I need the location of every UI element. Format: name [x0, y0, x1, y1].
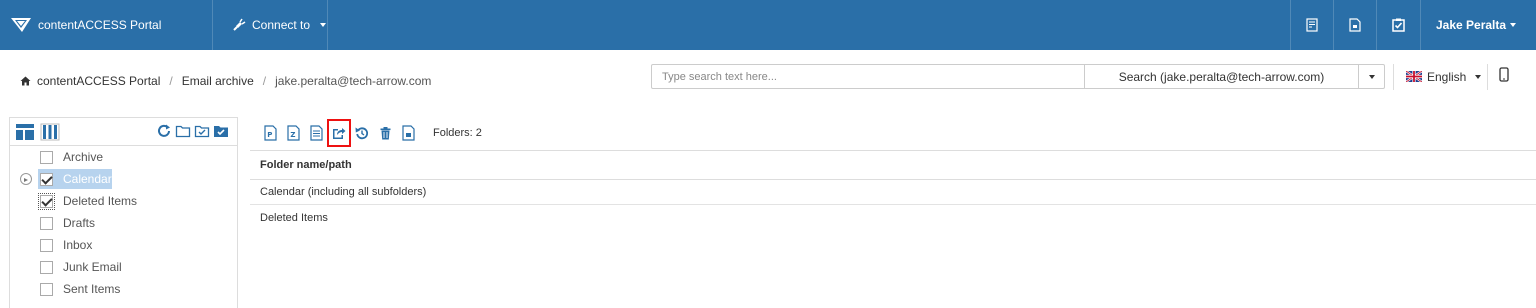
- folder-toolbar: P Z Folders: 2: [263, 119, 482, 147]
- breadcrumb-separator: /: [262, 74, 267, 88]
- svg-text:Z: Z: [290, 131, 295, 139]
- caret-down-icon: [320, 23, 327, 27]
- tree-item-checkbox[interactable]: [38, 192, 55, 210]
- language-label: English: [1427, 69, 1467, 84]
- table-row[interactable]: Calendar (including all subfolders): [250, 180, 1536, 205]
- breadcrumb-item-portal[interactable]: contentACCESS Portal: [37, 74, 160, 88]
- tree-item-checkbox[interactable]: [40, 172, 53, 186]
- tree-item-checkbox[interactable]: [40, 150, 53, 164]
- tree-view-icon[interactable]: [15, 123, 35, 141]
- table-row[interactable]: Deleted Items: [250, 205, 1536, 230]
- restore-icon[interactable]: [355, 124, 369, 142]
- search-button[interactable]: Search (jake.peralta@tech-arrow.com): [1084, 64, 1359, 89]
- file-icon[interactable]: [401, 124, 415, 142]
- tree-item: Calendar: [10, 168, 237, 190]
- tree-item: Junk Email: [10, 256, 237, 278]
- svg-text:P: P: [267, 131, 272, 139]
- divider: [1393, 64, 1394, 90]
- tree-actions: [156, 123, 229, 139]
- folder-tree-panel: Archive Calendar Deleted Items Drafts In…: [9, 117, 238, 308]
- home-icon[interactable]: [20, 76, 31, 86]
- user-name: Jake Peralta: [1436, 18, 1507, 32]
- tasks-icon[interactable]: [1377, 0, 1419, 50]
- tree-item-label[interactable]: Inbox: [61, 236, 94, 254]
- tree-item-checkbox[interactable]: [40, 216, 53, 230]
- tree-item-label[interactable]: Deleted Items: [61, 192, 139, 210]
- breadcrumb: contentACCESS Portal / Email archive / j…: [20, 50, 431, 112]
- folder-tree-header: [10, 118, 237, 146]
- tree-item: Drafts: [10, 212, 237, 234]
- nav-divider: [212, 0, 213, 50]
- tree-item-checkbox[interactable]: [40, 238, 53, 252]
- top-navbar: contentACCESS Portal Connect to Jake Per…: [0, 0, 1536, 50]
- tree-item: Inbox: [10, 234, 237, 256]
- document-icon[interactable]: [1334, 0, 1376, 50]
- search-scope-dropdown[interactable]: [1358, 64, 1385, 89]
- breadcrumb-item-email-archive[interactable]: Email archive: [182, 74, 254, 88]
- breadcrumb-item-mailbox: jake.peralta@tech-arrow.com: [275, 74, 432, 88]
- tree-item-label[interactable]: Archive: [61, 148, 105, 166]
- tree-item-checkbox[interactable]: [40, 260, 53, 274]
- plug-icon: [233, 18, 246, 31]
- caret-down-icon: [1368, 74, 1375, 79]
- language-selector[interactable]: English: [1406, 64, 1482, 89]
- tree-item-label[interactable]: Drafts: [61, 214, 97, 232]
- app-name: contentACCESS Portal: [38, 18, 162, 32]
- brand[interactable]: contentACCESS Portal: [10, 0, 161, 50]
- tree-item-checkbox[interactable]: [40, 282, 53, 296]
- list-icon[interactable]: [309, 124, 323, 142]
- tree-item-label[interactable]: Calendar: [61, 170, 114, 188]
- tree-item: Deleted Items: [10, 190, 237, 212]
- nav-divider: [327, 0, 328, 50]
- caret-down-icon: [1475, 74, 1482, 79]
- selected-folders-table: Folder name/path Calendar (including all…: [250, 150, 1536, 230]
- search-button-label: Search (jake.peralta@tech-arrow.com): [1118, 69, 1325, 84]
- search-input[interactable]: [651, 64, 1085, 89]
- connect-to-dropdown[interactable]: Connect to: [232, 0, 327, 50]
- user-menu[interactable]: Jake Peralta: [1436, 0, 1517, 50]
- report-icon[interactable]: [1291, 0, 1333, 50]
- mobile-icon[interactable]: [1499, 67, 1509, 82]
- tree-item: Archive: [10, 146, 237, 168]
- folder-check-filled-icon[interactable]: [213, 123, 229, 139]
- connect-to-label: Connect to: [252, 18, 311, 32]
- tree-item: Sent Items: [10, 278, 237, 300]
- expand-icon[interactable]: [20, 173, 32, 185]
- delete-icon[interactable]: [378, 124, 392, 142]
- refresh-icon[interactable]: [156, 123, 172, 139]
- breadcrumb-bar: contentACCESS Portal / Email archive / j…: [0, 50, 1536, 112]
- folders-count: Folders: 2: [433, 127, 482, 139]
- caret-down-icon: [1510, 23, 1517, 27]
- folder-check-icon[interactable]: [194, 123, 210, 139]
- pdf-export-icon[interactable]: P: [263, 124, 277, 142]
- nav-divider: [1420, 0, 1421, 50]
- divider: [1487, 64, 1488, 90]
- tree-item-label[interactable]: Junk Email: [61, 258, 124, 276]
- column-view-icon[interactable]: [40, 123, 60, 141]
- column-header-folder-path[interactable]: Folder name/path: [250, 150, 1536, 180]
- tree-item-label[interactable]: Sent Items: [61, 280, 122, 298]
- breadcrumb-separator: /: [169, 74, 173, 88]
- brand-logo-icon: [11, 18, 31, 32]
- uk-flag-icon: [1406, 71, 1422, 82]
- folder-icon[interactable]: [175, 123, 191, 139]
- folder-tree: Archive Calendar Deleted Items Drafts In…: [10, 146, 237, 300]
- share-export-icon[interactable]: [327, 119, 351, 147]
- zip-export-icon[interactable]: Z: [286, 124, 300, 142]
